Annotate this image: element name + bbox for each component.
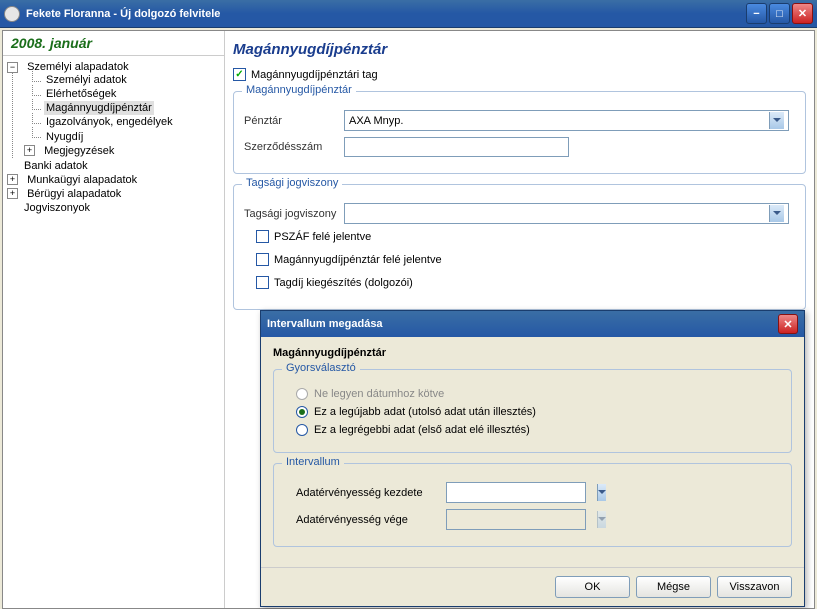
tree-item-munkaugyi[interactable]: Munkaügyi alapadatok <box>25 173 139 187</box>
vege-input <box>447 510 597 529</box>
penztar-value: AXA Mnyp. <box>349 115 403 127</box>
radio-no-date <box>296 388 308 400</box>
chevron-down-icon <box>769 205 784 222</box>
dialog-subtitle: Magánnyugdíjpénztár <box>273 347 792 359</box>
app-icon <box>4 6 20 22</box>
tree-item-banki-adatok[interactable]: Banki adatok <box>22 159 90 173</box>
radio-oldest[interactable] <box>296 424 308 436</box>
radio-newest-label: Ez a legújabb adat (utolsó adat után ill… <box>314 406 536 418</box>
radio-newest[interactable] <box>296 406 308 418</box>
dialog-titlebar: Intervallum megadása ✕ <box>261 311 804 337</box>
tree-item-berugyi[interactable]: Bérügyi alapadatok <box>25 187 123 201</box>
pszaf-checkbox[interactable] <box>256 230 269 243</box>
fieldset-tagsagi: Tagsági jogviszony Tagsági jogviszony PS… <box>233 184 806 310</box>
tree-toggle[interactable]: − <box>7 62 18 73</box>
main-titlebar: Fekete Floranna - Új dolgozó felvitele −… <box>0 0 817 28</box>
fieldset-legend: Gyorsválasztó <box>282 362 360 374</box>
tree-item-megjegyzesek[interactable]: Megjegyzések <box>42 144 116 158</box>
fieldset-gyorsvalaszto: Gyorsválasztó Ne legyen dátumhoz kötve E… <box>273 369 792 453</box>
tree-item-magannyugdijpenztar[interactable]: Magánnyugdíjpénztár <box>44 101 154 115</box>
window-title: Fekete Floranna - Új dolgozó felvitele <box>26 8 746 20</box>
tree-toggle[interactable]: + <box>7 188 18 199</box>
date-header: 2008. január <box>3 31 224 56</box>
maximize-button[interactable]: □ <box>769 3 790 24</box>
penztar-label: Pénztár <box>244 115 344 127</box>
dialog-close-button[interactable]: ✕ <box>778 314 798 334</box>
vege-combo <box>446 509 586 530</box>
close-button[interactable]: ✕ <box>792 3 813 24</box>
dialog-title: Intervallum megadása <box>267 318 778 330</box>
tree-toggle[interactable]: + <box>7 174 18 185</box>
szerzodes-input[interactable] <box>344 137 569 157</box>
pszaf-label: PSZÁF felé jelentve <box>274 231 371 243</box>
penztar-select[interactable]: AXA Mnyp. <box>344 110 789 131</box>
tree-item-nyugdij[interactable]: Nyugdíj <box>44 130 85 144</box>
radio-no-date-label: Ne legyen dátumhoz kötve <box>314 388 444 400</box>
undo-button[interactable]: Visszavon <box>717 576 792 598</box>
mnyp-checkbox[interactable] <box>256 253 269 266</box>
kezdete-input[interactable] <box>447 483 597 502</box>
interval-dialog: Intervallum megadása ✕ Magánnyugdíjpénzt… <box>260 310 805 607</box>
tree-item-jogviszonyok[interactable]: Jogviszonyok <box>22 201 92 215</box>
tree-item-elerhetosegek[interactable]: Elérhetőségek <box>44 87 118 101</box>
tree-item-igazolvanyok[interactable]: Igazolványok, engedélyek <box>44 115 175 129</box>
mnyp-label: Magánnyugdíjpénztár felé jelentve <box>274 254 442 266</box>
cancel-button[interactable]: Mégse <box>636 576 711 598</box>
tree-item-szemelyi-adatok[interactable]: Személyi adatok <box>44 73 129 87</box>
section-title: Magánnyugdíjpénztár <box>233 35 806 64</box>
member-checkbox[interactable] <box>233 68 246 81</box>
fieldset-legend: Magánnyugdíjpénztár <box>242 84 356 96</box>
chevron-down-icon <box>597 484 606 501</box>
fieldset-legend: Intervallum <box>282 456 344 468</box>
nav-tree: − Személyi alapadatok Személyi adatok El… <box>3 56 224 608</box>
fieldset-legend: Tagsági jogviszony <box>242 177 342 189</box>
left-panel: 2008. január − Személyi alapadatok Szemé… <box>3 31 225 608</box>
tagsagi-label: Tagsági jogviszony <box>244 208 344 220</box>
szerzodes-label: Szerződésszám <box>244 141 344 153</box>
radio-oldest-label: Ez a legrégebbi adat (első adat elé ille… <box>314 424 530 436</box>
tree-toggle[interactable]: + <box>24 145 35 156</box>
tagdij-checkbox[interactable] <box>256 276 269 289</box>
kezdete-combo[interactable] <box>446 482 586 503</box>
chevron-down-icon <box>769 112 784 129</box>
ok-button[interactable]: OK <box>555 576 630 598</box>
chevron-down-icon <box>597 511 606 528</box>
minimize-button[interactable]: − <box>746 3 767 24</box>
kezdete-label: Adatérvényesség kezdete <box>296 487 446 499</box>
tagdij-label: Tagdíj kiegészítés (dolgozói) <box>274 277 413 289</box>
tagsagi-select[interactable] <box>344 203 789 224</box>
fieldset-intervallum: Intervallum Adatérvényesség kezdete Adat… <box>273 463 792 547</box>
fieldset-penztar: Magánnyugdíjpénztár Pénztár AXA Mnyp. Sz… <box>233 91 806 174</box>
vege-label: Adatérvényesség vége <box>296 514 446 526</box>
member-checkbox-label: Magánnyugdíjpénztári tag <box>251 69 378 81</box>
